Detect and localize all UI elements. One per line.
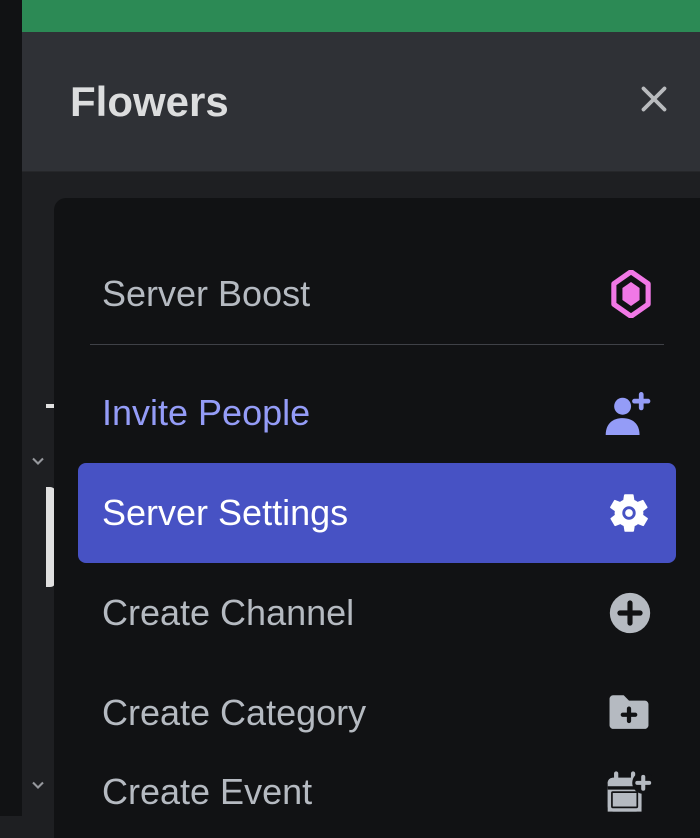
menu-label: Invite People bbox=[102, 392, 310, 434]
menu-item-create-category[interactable]: Create Category bbox=[78, 663, 676, 763]
gear-icon bbox=[606, 490, 652, 536]
app-left-rail bbox=[0, 0, 22, 816]
menu-item-create-channel[interactable]: Create Channel bbox=[78, 563, 676, 663]
server-menu: Server Boost Invite People Server Settin… bbox=[54, 198, 700, 838]
server-name: Flowers bbox=[70, 78, 229, 126]
folder-plus-icon bbox=[606, 693, 652, 733]
plus-circle-icon bbox=[608, 591, 652, 635]
chevron-down-icon[interactable] bbox=[28, 775, 48, 800]
menu-item-server-boost[interactable]: Server Boost bbox=[78, 244, 676, 344]
menu-label: Create Event bbox=[102, 771, 312, 813]
menu-label: Create Channel bbox=[102, 592, 354, 634]
menu-label: Create Category bbox=[102, 692, 366, 734]
server-banner bbox=[22, 0, 700, 32]
close-icon[interactable] bbox=[636, 81, 672, 122]
chevron-down-icon[interactable] bbox=[28, 451, 48, 476]
server-header[interactable]: Flowers bbox=[22, 32, 700, 172]
menu-item-invite-people[interactable]: Invite People bbox=[78, 363, 676, 463]
menu-item-server-settings[interactable]: Server Settings bbox=[78, 463, 676, 563]
menu-item-create-event[interactable]: Create Event bbox=[78, 763, 676, 833]
user-plus-icon bbox=[600, 391, 652, 435]
menu-label: Server Boost bbox=[102, 273, 310, 315]
calendar-plus-icon bbox=[604, 771, 652, 815]
menu-label: Server Settings bbox=[102, 492, 348, 534]
boost-gem-icon bbox=[610, 270, 652, 318]
